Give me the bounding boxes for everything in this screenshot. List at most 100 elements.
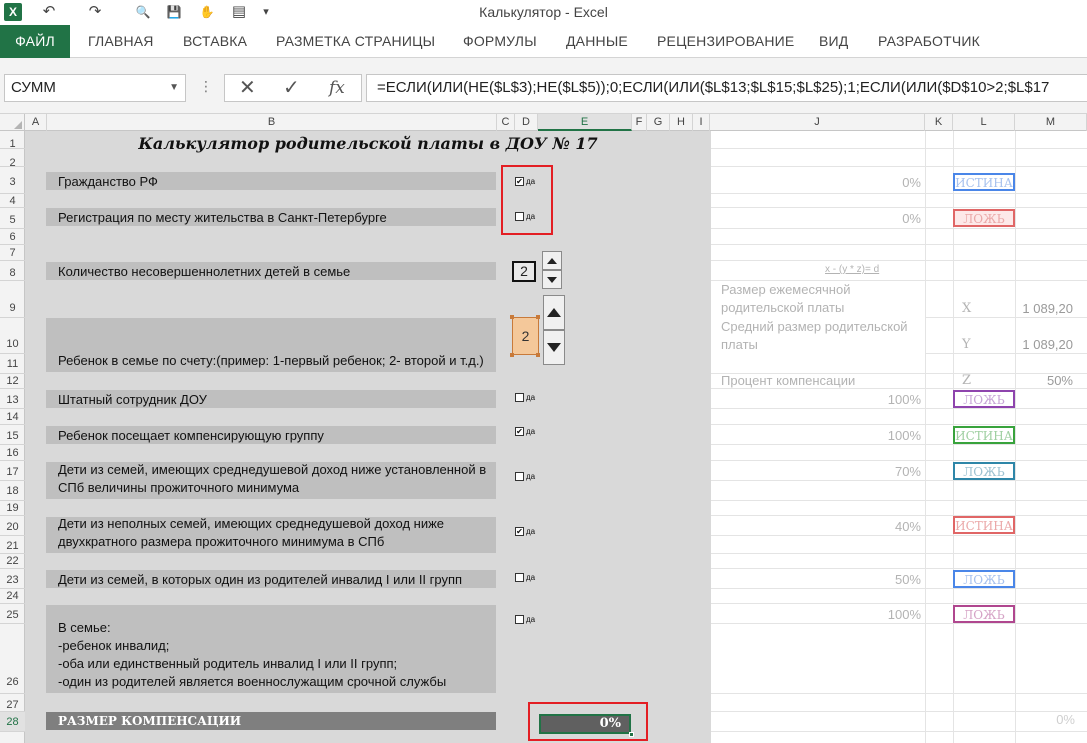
tab-insert[interactable]: ВСТАВКА — [183, 25, 247, 58]
row-25[interactable]: 25 — [0, 604, 25, 624]
z-letter: Z — [962, 373, 972, 388]
row-5[interactable]: 5 — [0, 208, 25, 229]
arrow-down-icon — [547, 276, 557, 283]
label-children-count: Количество несовершеннолетних детей в се… — [46, 262, 496, 280]
row-19[interactable]: 19 — [0, 501, 25, 516]
column-i[interactable]: I — [693, 114, 710, 131]
result-cell[interactable]: 0% — [539, 714, 631, 734]
linked-cell-l15[interactable]: ИСТИНА — [953, 426, 1015, 444]
row-13[interactable]: 13 — [0, 389, 25, 409]
label-registration: Регистрация по месту жительства в Санкт-… — [46, 208, 496, 226]
name-box[interactable]: СУММ ▼ — [4, 74, 186, 102]
row-6[interactable]: 6 — [0, 229, 25, 245]
row-11[interactable]: 11 — [0, 354, 25, 374]
checkbox-single-parent[interactable]: ✔ да — [515, 527, 535, 536]
row-26[interactable]: 26 — [0, 624, 25, 694]
chevron-down-icon[interactable]: ▼ — [169, 75, 179, 101]
row-9[interactable]: 9 — [0, 281, 25, 318]
x-value: 1 089,20 — [1022, 301, 1073, 316]
row-14[interactable]: 14 — [0, 409, 25, 425]
column-e[interactable]: E — [538, 114, 632, 131]
linked-cell-l3[interactable]: ИСТИНА — [953, 173, 1015, 191]
monthly-fee-label: Размер ежемесячной родительской платы — [721, 282, 851, 315]
row-4[interactable]: 4 — [0, 194, 25, 208]
column-a[interactable]: A — [25, 114, 47, 131]
column-header: A B C D E F G H I J K L M — [0, 114, 1087, 131]
fill-handle[interactable] — [629, 732, 634, 737]
child-order-value[interactable]: 2 — [512, 317, 539, 355]
row-28[interactable]: 28 — [0, 712, 25, 732]
row-20[interactable]: 20 — [0, 516, 25, 536]
column-h[interactable]: H — [670, 114, 693, 131]
column-g[interactable]: G — [647, 114, 670, 131]
check-mark-icon: ✔ — [515, 526, 524, 536]
formula-bar-grip-icon[interactable]: ⋮ — [199, 78, 213, 95]
checkbox-label: да — [526, 527, 536, 536]
tab-home[interactable]: ГЛАВНАЯ — [88, 25, 154, 58]
y-letter: Y — [962, 337, 971, 352]
linked-cell-l13[interactable]: ЛОЖЬ — [953, 390, 1015, 408]
tab-review[interactable]: РЕЦЕНЗИРОВАНИЕ — [657, 25, 794, 58]
row-24[interactable]: 24 — [0, 589, 25, 604]
tab-file[interactable]: ФАЙЛ — [0, 25, 70, 58]
label-compensation: РАЗМЕР КОМПЕНСАЦИИ — [46, 712, 496, 730]
column-k[interactable]: K — [925, 114, 953, 131]
row-2[interactable]: 2 — [0, 149, 25, 169]
linked-cell-l23[interactable]: ЛОЖЬ — [953, 570, 1015, 588]
label-family: В семье: -ребенок инвалид; -оба или един… — [46, 605, 496, 693]
column-f[interactable]: F — [632, 114, 647, 131]
row-17[interactable]: 17 — [0, 461, 25, 481]
tab-data[interactable]: ДАННЫЕ — [566, 25, 628, 58]
tab-formulas[interactable]: ФОРМУЛЫ — [463, 25, 537, 58]
row-1[interactable]: 1 — [0, 131, 25, 150]
linked-cell-l25[interactable]: ЛОЖЬ — [953, 605, 1015, 623]
row-22[interactable]: 22 — [0, 554, 25, 569]
children-count-value[interactable]: 2 — [512, 261, 536, 282]
row-27[interactable]: 27 — [0, 694, 25, 712]
tab-developer[interactable]: РАЗРАБОТЧИК — [878, 25, 980, 58]
checkbox-staff[interactable]: да — [515, 393, 535, 402]
row-7[interactable]: 7 — [0, 245, 25, 261]
cancel-icon[interactable]: ✕ — [239, 77, 256, 99]
formula-input[interactable]: =ЕСЛИ(ИЛИ(НЕ($L$3);НЕ($L$5));0;ЕСЛИ(ИЛИ(… — [366, 74, 1087, 102]
child-order-down-button[interactable] — [543, 330, 565, 365]
checkbox-compensating[interactable]: ✔ да — [515, 427, 535, 436]
column-c[interactable]: C — [497, 114, 515, 131]
children-count-down-button[interactable] — [542, 270, 562, 289]
checkbox-low-income[interactable]: да — [515, 472, 535, 481]
row-12[interactable]: 12 — [0, 374, 25, 389]
row-8[interactable]: 8 — [0, 261, 25, 281]
family-line: -оба или единственный родитель инвалид I… — [58, 656, 398, 671]
children-count-up-button[interactable] — [542, 251, 562, 270]
row-15[interactable]: 15 — [0, 425, 25, 445]
column-d[interactable]: D — [515, 114, 538, 131]
row-18[interactable]: 18 — [0, 481, 25, 501]
checkbox-disabled-parent[interactable]: да — [515, 573, 535, 582]
linked-cell-l5[interactable]: ЛОЖЬ — [953, 209, 1015, 227]
column-m[interactable]: M — [1015, 114, 1087, 131]
child-order-up-button[interactable] — [543, 295, 565, 330]
checkbox-family[interactable]: да — [515, 615, 535, 624]
insert-function-icon[interactable]: fx — [329, 77, 345, 99]
row-10[interactable]: 10 — [0, 318, 25, 354]
percent-row-3: 0% — [902, 175, 921, 190]
tab-page-layout[interactable]: РАЗМЕТКА СТРАНИЦЫ — [276, 25, 435, 58]
check-mark-icon — [515, 615, 524, 624]
arrow-down-icon — [547, 343, 561, 352]
highlight-frame — [501, 165, 553, 235]
column-l[interactable]: L — [953, 114, 1015, 131]
percent-row-23: 50% — [894, 572, 921, 587]
row-3[interactable]: 3 — [0, 167, 25, 194]
checkbox-label: да — [526, 615, 536, 624]
enter-icon[interactable]: ✓ — [283, 77, 300, 99]
row-23[interactable]: 23 — [0, 569, 25, 589]
select-all-button[interactable] — [0, 114, 25, 131]
column-b[interactable]: B — [47, 114, 497, 131]
column-j[interactable]: J — [710, 114, 925, 131]
tab-view[interactable]: ВИД — [819, 25, 848, 58]
linked-cell-l17[interactable]: ЛОЖЬ — [953, 462, 1015, 480]
linked-cell-l20[interactable]: ИСТИНА — [953, 516, 1015, 534]
row-21[interactable]: 21 — [0, 536, 25, 554]
row-16[interactable]: 16 — [0, 445, 25, 461]
worksheet[interactable]: Калькулятор родительской платы в ДОУ № 1… — [25, 131, 1087, 743]
